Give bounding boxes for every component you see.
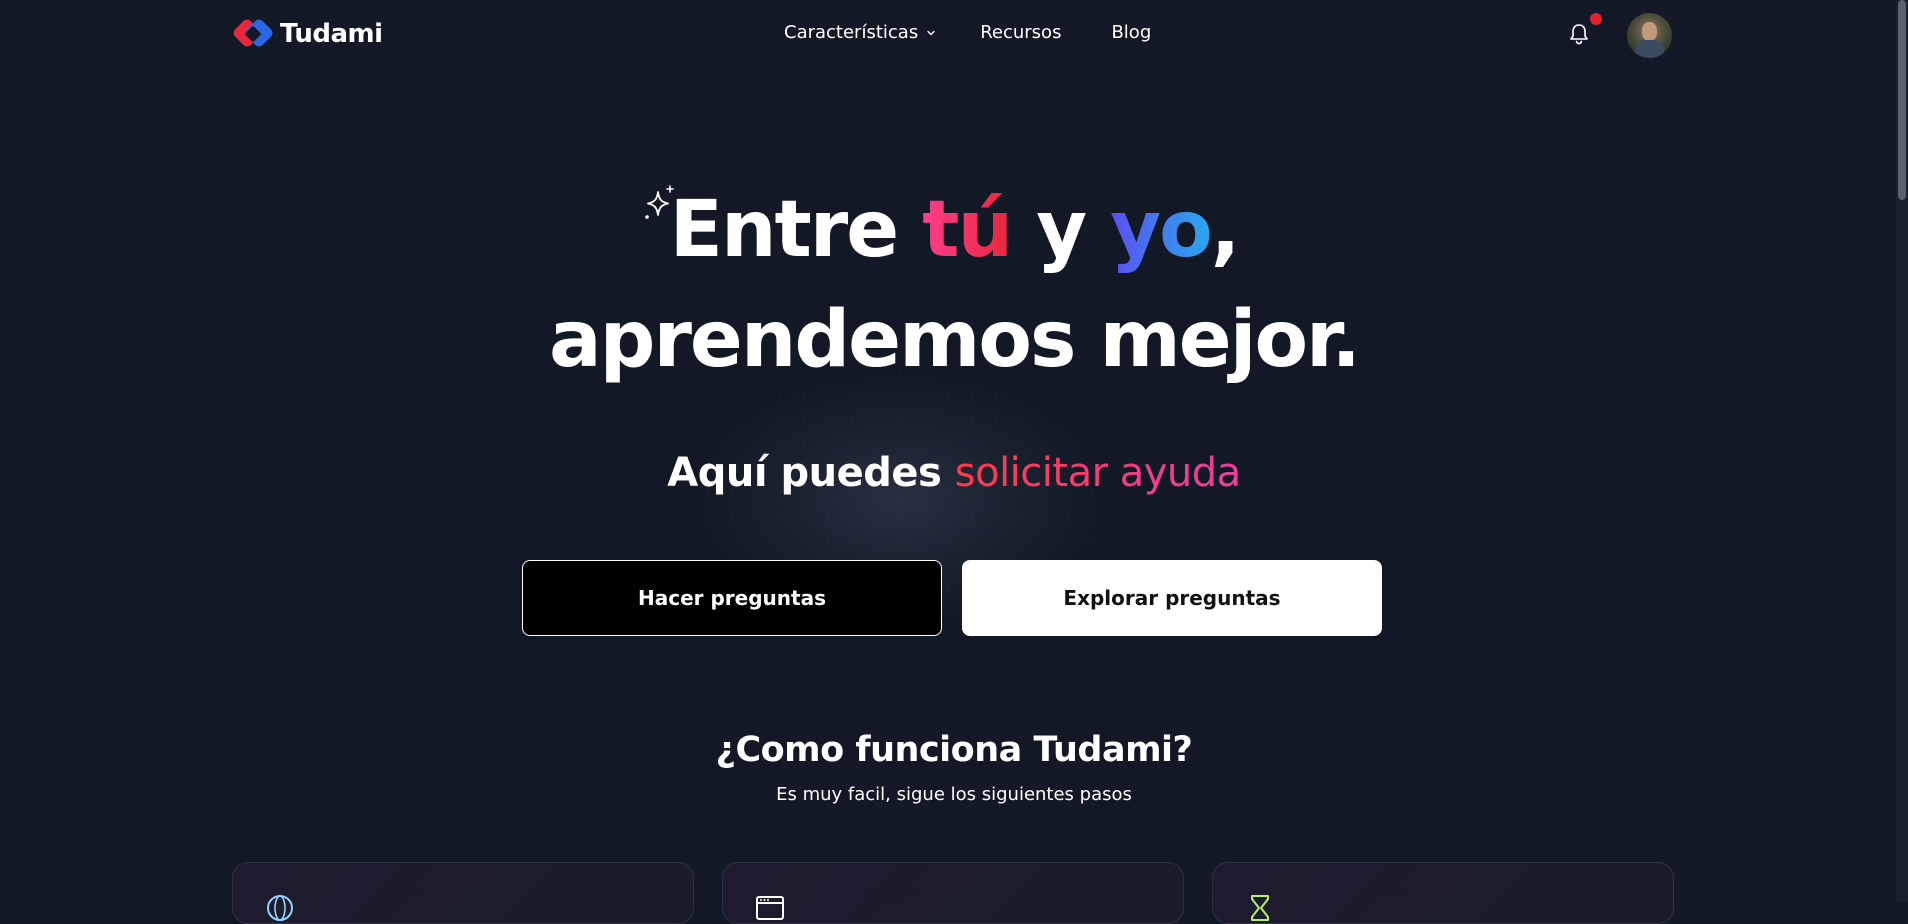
nav-blog-label: Blog xyxy=(1111,22,1152,43)
nav-caracteristicas-label: Características xyxy=(784,22,919,43)
notification-badge xyxy=(1590,13,1602,25)
globe-icon xyxy=(267,895,293,921)
step-card-2 xyxy=(722,862,1184,924)
browser-window-icon xyxy=(756,896,784,920)
hero-subtitle-accent: solicitar ayuda xyxy=(954,450,1241,496)
page-scrollbar[interactable] xyxy=(1896,0,1908,902)
how-it-works-title: ¿Como funciona Tudami? xyxy=(715,730,1193,770)
hero-title-mid: y xyxy=(1011,185,1111,275)
how-it-works-subtitle: Es muy facil, sigue los siguientes pasos xyxy=(776,784,1132,805)
avatar-face xyxy=(1642,22,1657,41)
hero-subtitle: Aquí puedes solicitar ayuda xyxy=(0,445,1908,501)
hourglass-icon xyxy=(1251,895,1269,921)
nav-blog[interactable]: Blog xyxy=(1111,22,1151,43)
top-navbar: Tudami Características Recursos Blog xyxy=(0,0,1896,70)
main-nav: Características Recursos Blog xyxy=(784,22,1151,43)
hero-title-pre: Entre xyxy=(669,185,923,275)
hero-title-tu: tú xyxy=(922,185,1013,275)
step-card-1 xyxy=(232,862,694,924)
brand-logo[interactable]: Tudami xyxy=(232,16,383,52)
ask-questions-label: Hacer preguntas xyxy=(638,586,826,610)
chevron-down-icon xyxy=(927,30,935,35)
hero-title-line1: Entre tú y yo, xyxy=(0,180,1908,280)
step-card-3 xyxy=(1212,862,1674,924)
hero-title-post: , xyxy=(1210,185,1241,275)
nav-caracteristicas[interactable]: Características xyxy=(784,22,936,43)
hero-title-yo: yo xyxy=(1110,185,1212,275)
avatar-body xyxy=(1635,40,1664,58)
tudami-logo-icon xyxy=(233,19,273,47)
ask-questions-button[interactable]: Hacer preguntas xyxy=(522,560,942,636)
nav-recursos[interactable]: Recursos xyxy=(980,22,1061,43)
explore-questions-button[interactable]: Explorar preguntas xyxy=(962,560,1382,636)
nav-recursos-label: Recursos xyxy=(980,22,1062,43)
hero-title-line2: aprendemos mejor. xyxy=(548,295,1361,385)
explore-questions-label: Explorar preguntas xyxy=(1063,586,1281,610)
bell-icon[interactable] xyxy=(1568,22,1590,46)
user-avatar[interactable] xyxy=(1627,13,1672,58)
brand-name: Tudami xyxy=(280,19,383,49)
scrollbar-thumb[interactable] xyxy=(1898,0,1906,200)
hero-subtitle-lead: Aquí puedes xyxy=(667,450,942,496)
